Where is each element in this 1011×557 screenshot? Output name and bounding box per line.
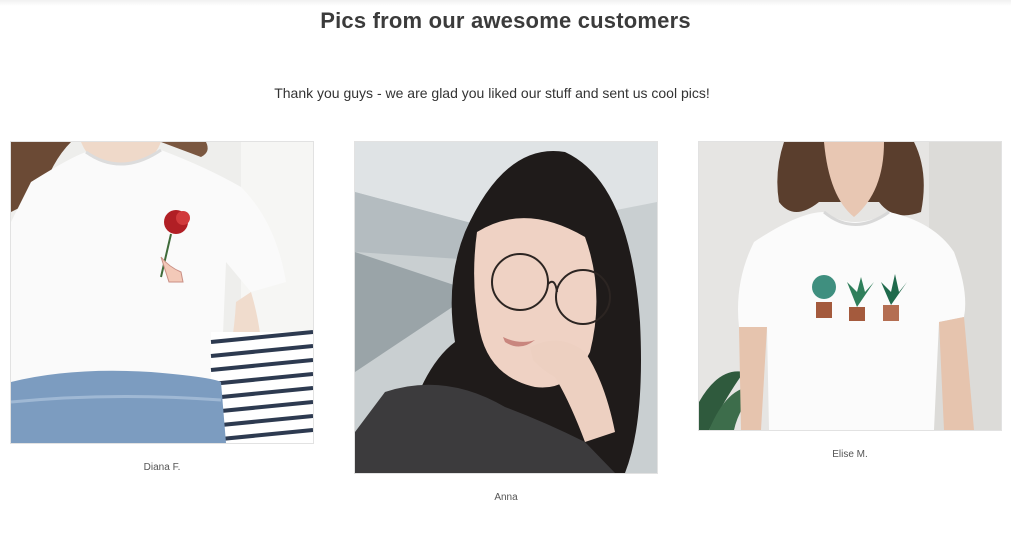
customer-photo-card-1: Diana F. — [10, 141, 314, 473]
customer-photo-anna[interactable] — [354, 141, 658, 474]
customer-name-caption: Anna — [494, 492, 518, 503]
customer-photo-diana[interactable] — [10, 141, 314, 444]
glasses-selfie-image — [355, 142, 657, 473]
top-shadow-bar — [0, 0, 1011, 6]
customer-photo-card-2: Anna — [354, 141, 658, 503]
page-title: Pics from our awesome customers — [320, 8, 691, 33]
page-subtitle: Thank you guys - we are glad you liked o… — [274, 85, 710, 101]
customer-name-caption: Elise M. — [832, 449, 868, 460]
customer-photo-card-3: Elise M. — [698, 141, 1002, 460]
rose-tshirt-image — [11, 142, 313, 443]
customer-name-caption: Diana F. — [143, 462, 181, 473]
customer-photo-elise[interactable] — [698, 141, 1002, 431]
cactus-tshirt-image — [699, 142, 1001, 430]
